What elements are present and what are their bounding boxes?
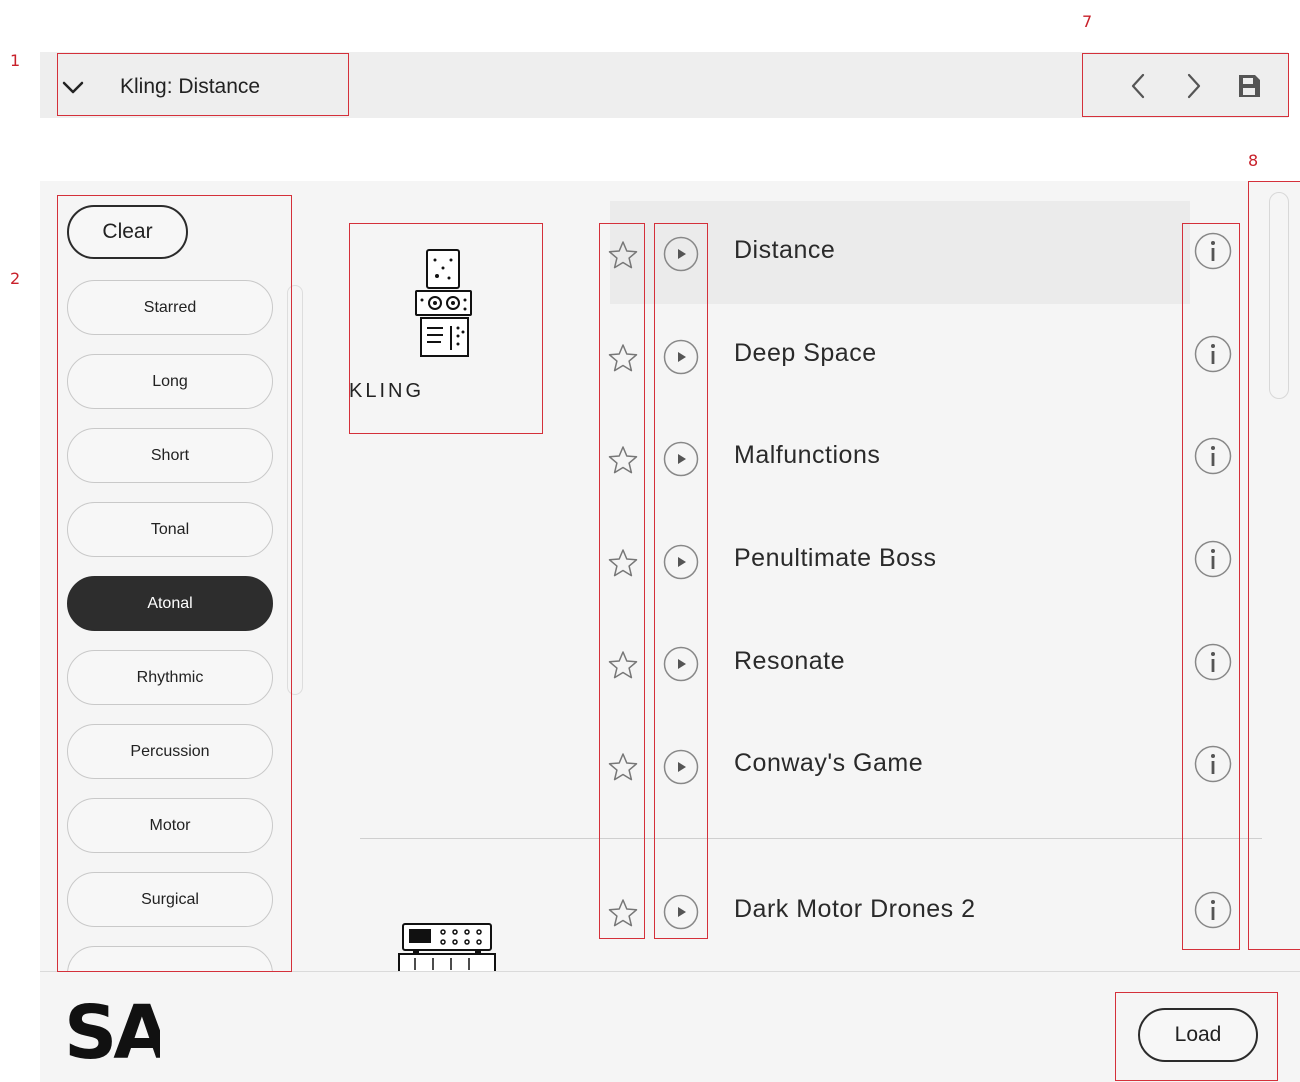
play-icon[interactable] xyxy=(663,236,699,272)
info-icon[interactable] xyxy=(1194,335,1232,373)
kling-instrument-icon xyxy=(415,249,472,357)
star-icon[interactable] xyxy=(608,343,638,373)
svg-text:SA: SA xyxy=(64,994,160,1064)
tag-list-scrollbar[interactable] xyxy=(287,285,303,695)
tag-tonal[interactable]: Tonal xyxy=(67,502,273,557)
chevron-down-icon[interactable] xyxy=(58,72,88,102)
tag-atonal[interactable]: Atonal xyxy=(67,576,273,631)
tag-long[interactable]: Long xyxy=(67,354,273,409)
instrument-icon xyxy=(398,923,496,971)
play-icon[interactable] xyxy=(663,544,699,580)
tag-surgical[interactable]: Surgical xyxy=(67,872,273,927)
instrument-divider xyxy=(360,838,1262,839)
callout-8: 8 xyxy=(1248,151,1259,170)
chevron-left-icon xyxy=(1131,73,1145,99)
info-icon[interactable] xyxy=(1194,745,1232,783)
star-icon[interactable] xyxy=(608,752,638,782)
info-icon[interactable] xyxy=(1194,540,1232,578)
preset-title[interactable]: Kling: Distance xyxy=(120,72,260,102)
tag-percussion[interactable]: Percussion xyxy=(67,724,273,779)
callout-1: 1 xyxy=(10,51,21,70)
next-preset-button[interactable] xyxy=(1175,68,1211,104)
preset-name[interactable]: Distance xyxy=(734,234,835,266)
preset-name[interactable]: Dark Motor Drones 2 xyxy=(734,893,976,925)
preset-name[interactable]: Resonate xyxy=(734,645,845,677)
instrument-name: KLING xyxy=(349,380,425,402)
save-icon xyxy=(1239,75,1260,97)
info-icon[interactable] xyxy=(1194,437,1232,475)
star-icon[interactable] xyxy=(608,445,638,475)
clear-button[interactable]: Clear xyxy=(67,205,188,259)
tag-partial[interactable] xyxy=(67,946,273,971)
tag-short[interactable]: Short xyxy=(67,428,273,483)
browser-panel: Clear Starred Long Short Tonal Atonal Rh… xyxy=(40,181,1300,971)
info-icon[interactable] xyxy=(1194,643,1232,681)
previous-preset-button[interactable] xyxy=(1121,68,1157,104)
tag-rhythmic[interactable]: Rhythmic xyxy=(67,650,273,705)
info-icon[interactable] xyxy=(1194,891,1232,929)
chevron-right-icon xyxy=(1187,73,1201,99)
star-icon[interactable] xyxy=(608,240,638,270)
info-icon[interactable] xyxy=(1194,232,1232,270)
callout-2: 2 xyxy=(10,269,21,288)
star-icon[interactable] xyxy=(608,650,638,680)
save-preset-button[interactable] xyxy=(1231,68,1267,104)
preset-name[interactable]: Penultimate Boss xyxy=(734,542,937,574)
sa-logo: SA xyxy=(64,994,160,1064)
preset-name[interactable]: Deep Space xyxy=(734,337,877,369)
tag-motor[interactable]: Motor xyxy=(67,798,273,853)
star-icon[interactable] xyxy=(608,548,638,578)
play-icon[interactable] xyxy=(663,441,699,477)
play-icon[interactable] xyxy=(663,894,699,930)
star-icon[interactable] xyxy=(608,898,638,928)
footer-bar xyxy=(40,971,1300,1082)
play-icon[interactable] xyxy=(663,646,699,682)
tag-starred[interactable]: Starred xyxy=(67,280,273,335)
preset-name[interactable]: Conway's Game xyxy=(734,747,923,779)
preset-name[interactable]: Malfunctions xyxy=(734,439,880,471)
play-icon[interactable] xyxy=(663,749,699,785)
play-icon[interactable] xyxy=(663,339,699,375)
preset-list-scrollbar[interactable] xyxy=(1269,192,1289,399)
load-button[interactable]: Load xyxy=(1138,1008,1258,1062)
callout-7: 7 xyxy=(1082,12,1093,31)
